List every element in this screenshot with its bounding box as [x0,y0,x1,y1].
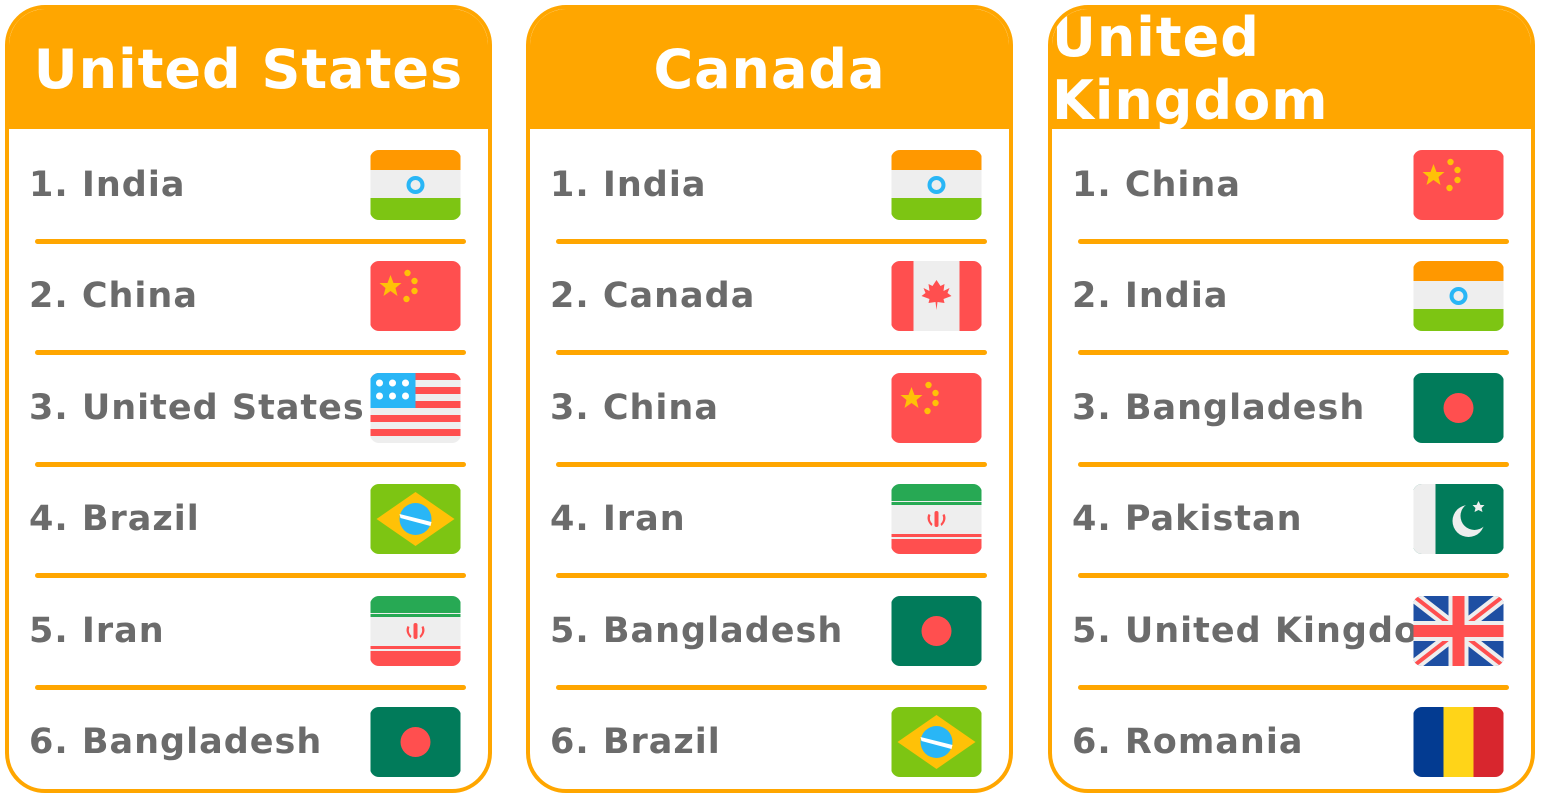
list-item: 6. Romania [1052,687,1531,790]
country-card: Canada 1. India 2. Canada 3. China 4. Iran 5.… [526,5,1013,793]
list-item: 3. Bangladesh [1052,352,1531,467]
india-flag-icon [370,149,461,220]
card-header: United States [9,9,488,129]
usa-flag-icon [370,372,461,443]
list-item: 2. Canada [530,241,1009,355]
india-flag-icon [1413,261,1504,332]
list-item: 1. China [1052,129,1531,244]
country-label: 1. India [550,164,707,205]
canada-flag-icon [891,261,982,332]
country-card: United States 1. India 2. China 3. United S… [5,5,492,793]
bangladesh-flag-icon [370,707,461,778]
list-item: 5. United Kingdom [1052,575,1531,690]
list-item: 1. India [9,129,488,244]
country-label: 6. Brazil [550,722,721,763]
card-title: United States [33,37,464,101]
list-item: 4. Pakistan [1052,464,1531,578]
list-item: 3. United States [9,352,488,467]
country-label: 5. Iran [29,610,165,651]
country-label: 5. United Kingdom [1072,610,1457,651]
list-item: 1. India [530,129,1009,244]
country-label: 2. China [29,276,198,317]
ranking-list: 1. India 2. Canada 3. China 4. Iran 5. Bangl… [530,129,1009,790]
country-label: 6. Romania [1072,722,1304,763]
bangladesh-flag-icon [1413,372,1504,443]
country-label: 2. India [1072,276,1229,317]
india-flag-icon [891,149,982,220]
country-label: 3. United States [29,387,365,428]
list-item: 6. Bangladesh [9,687,488,790]
country-label: 4. Pakistan [1072,499,1303,540]
ranking-list: 1. India 2. China 3. United States 4. Brazi… [9,129,488,790]
country-label: 3. Bangladesh [1072,387,1366,428]
china-flag-icon [370,261,461,332]
country-label: 5. Bangladesh [550,610,844,651]
list-item: 2. China [9,241,488,355]
list-item: 5. Iran [9,575,488,690]
list-item: 3. China [530,352,1009,467]
country-label: 6. Bangladesh [29,722,323,763]
bangladesh-flag-icon [891,595,982,666]
card-title: United Kingdom [1052,6,1329,132]
country-label: 1. India [29,164,186,205]
iran-flag-icon [370,595,461,666]
pakistan-flag-icon [1413,484,1504,555]
card-header: Canada [530,9,1009,129]
list-item: 2. India [1052,241,1531,355]
brazil-flag-icon [891,707,982,778]
ranking-list: 1. China 2. India 3. Bangladesh 4. Pakistan… [1052,129,1531,790]
china-flag-icon [891,372,982,443]
country-label: 1. China [1072,164,1241,205]
iran-flag-icon [891,484,982,555]
country-label: 4. Iran [550,499,686,540]
card-header: United Kingdom [1052,6,1531,132]
country-label: 2. Canada [550,276,756,317]
china-flag-icon [1413,149,1504,220]
brazil-flag-icon [370,484,461,555]
country-card: United Kingdom 1. China 2. India 3. Banglad… [1048,5,1535,793]
card-title: Canada [653,37,886,101]
list-item: 6. Brazil [530,687,1009,790]
uk-flag-icon [1413,595,1504,666]
list-item: 4. Brazil [9,464,488,578]
country-label: 3. China [550,387,719,428]
country-label: 4. Brazil [29,499,200,540]
romania-flag-icon [1413,707,1504,778]
list-item: 4. Iran [530,464,1009,578]
list-item: 5. Bangladesh [530,575,1009,690]
